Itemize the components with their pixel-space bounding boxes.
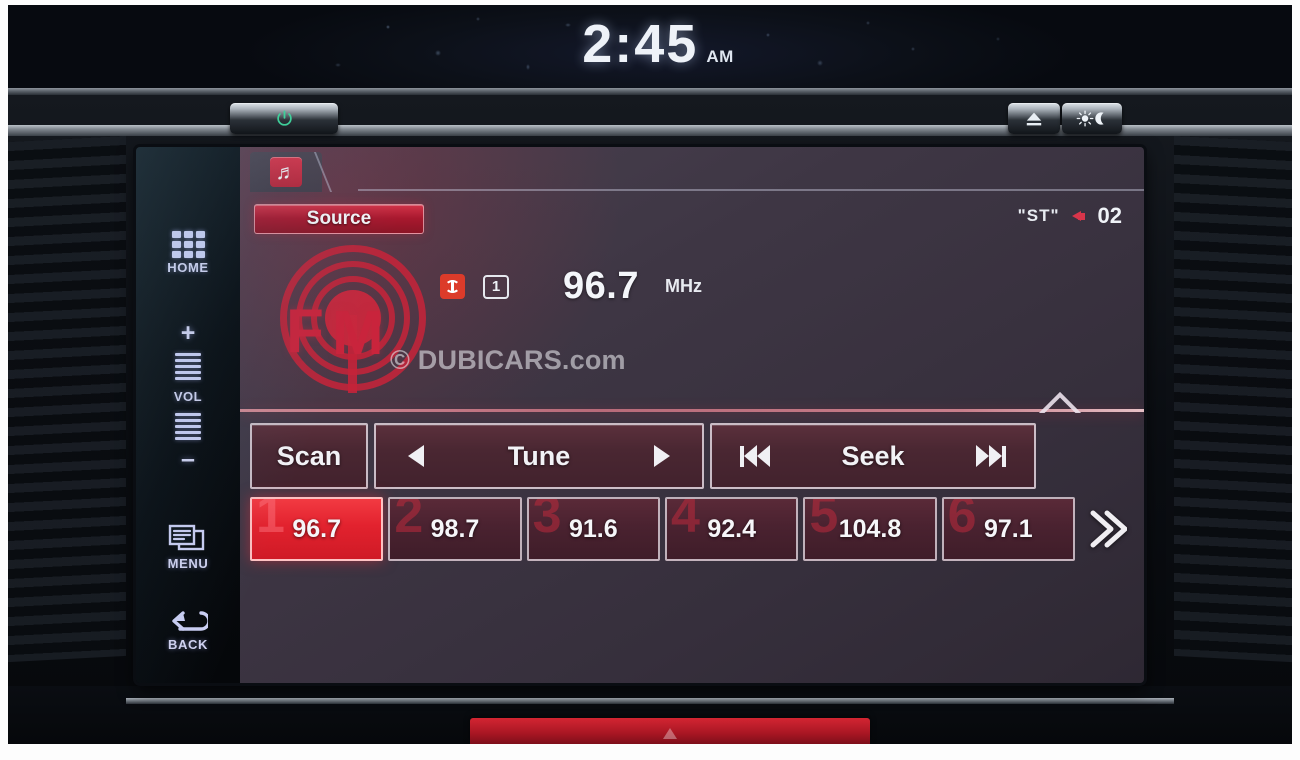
tune-label: Tune (507, 440, 571, 471)
preset-button-4[interactable]: 4 92.4 (664, 497, 799, 561)
scan-button[interactable]: Scan (250, 423, 368, 489)
source-label: Source (306, 208, 372, 229)
tab-audio[interactable]: ♬ (250, 152, 322, 192)
tab-divider (313, 152, 371, 192)
preset-number-4: 4 (670, 497, 700, 544)
clock-time: 2:45 (582, 14, 699, 74)
preset-button-2[interactable]: 2 98.7 (388, 497, 522, 561)
status-indicators: ʺSTʺ 02 (1018, 203, 1122, 229)
chrome-trim-lower (126, 698, 1174, 704)
dashboard-clock-strip: 2:45 AM (8, 5, 1292, 95)
air-vent-right (1174, 135, 1292, 663)
back-button[interactable]: BACK (168, 609, 208, 652)
scan-label: Scan (276, 440, 342, 471)
tab-underline (358, 189, 1144, 191)
infotainment-screen[interactable]: HOME + VOL – MENU BACK ♬ Source ʺSTʺ 02 … (136, 147, 1144, 683)
preset-next-page-button[interactable] (1080, 497, 1134, 561)
day-night-button[interactable] (1062, 103, 1122, 134)
frequency-unit: MHz (664, 276, 702, 296)
menu-label: MENU (167, 556, 209, 571)
home-label: HOME (167, 260, 209, 275)
speaker-icon (1071, 208, 1091, 224)
stereo-indicator: ʺSTʺ (1017, 206, 1060, 225)
photo-border-top (0, 0, 1300, 5)
volume-slider-icon-lower[interactable] (174, 413, 201, 440)
volume-slider-icon[interactable] (174, 353, 201, 380)
air-vent-left (8, 135, 126, 663)
triangle-left-icon[interactable] (408, 445, 424, 467)
preset-number-2: 2 (394, 497, 424, 544)
preset-button-1[interactable]: 1 96.7 (250, 497, 384, 561)
tune-button[interactable]: Tune (374, 423, 704, 489)
preset-frequency-2: 98.7 (430, 514, 480, 543)
radio-screen: ♬ Source ʺSTʺ 02 F M 1 96.7 MHz © DUBICA… (240, 147, 1144, 683)
menu-panels-icon (168, 524, 205, 551)
volume-up-button[interactable]: + (181, 321, 196, 346)
power-icon (276, 110, 292, 126)
seek-label: Seek (841, 440, 905, 471)
clock-display: 2:45 AM (8, 13, 1292, 75)
photo-border-left (0, 0, 8, 760)
grid-icon (171, 231, 205, 258)
preset-frequency-4: 92.4 (707, 514, 756, 543)
eject-icon (1026, 112, 1042, 125)
control-bar: Scan Tune Seek (250, 423, 1134, 489)
hardkey-column: HOME + VOL – MENU BACK (136, 147, 240, 683)
triangle-right-icon[interactable] (654, 445, 670, 467)
eject-button[interactable] (1008, 103, 1060, 134)
volume-control[interactable]: + VOL – (174, 321, 202, 472)
tab-strip: ♬ (240, 147, 1144, 192)
preset-frequency-1: 96.7 (292, 514, 341, 543)
back-arrow-icon (172, 611, 208, 631)
preset-number-1: 1 (256, 497, 285, 544)
preset-bar: 1 96.7 2 98.7 3 91.6 4 92.4 5 104.8 6 97… (250, 497, 1134, 561)
chevron-up-icon[interactable] (1030, 389, 1102, 413)
seek-button[interactable]: Seek (710, 423, 1036, 489)
home-button[interactable]: HOME (167, 231, 208, 275)
frequency-value: 96.7 (563, 265, 639, 307)
photo-border-bottom (0, 744, 1300, 760)
power-button[interactable] (230, 103, 338, 134)
preset-frequency-3: 91.6 (568, 514, 618, 543)
photo-border-right (1292, 0, 1300, 760)
preset-button-5[interactable]: 5 104.8 (803, 497, 937, 561)
frequency-row: 1 96.7 MHz (440, 265, 702, 308)
section-divider (240, 409, 1144, 412)
fm-logo-m: M (332, 299, 384, 368)
preset-button-6[interactable]: 6 97.1 (941, 497, 1075, 561)
preset-number-indicator: 1 (483, 274, 509, 299)
chrome-trim-upper (8, 88, 1292, 95)
double-chevron-right-icon (1090, 510, 1127, 548)
preset-number-5: 5 (809, 497, 839, 544)
back-label: BACK (168, 637, 208, 652)
dashboard-photo: 2:45 AM HOME + VOL – MENU BACK ♬ Source … (0, 0, 1300, 760)
skip-previous-icon[interactable] (740, 445, 770, 467)
volume-value: 02 (1097, 203, 1122, 228)
sun-moon-icon (1076, 110, 1104, 127)
preset-number-3: 3 (532, 497, 562, 544)
clock-ampm: AM (706, 47, 734, 66)
preset-frequency-5: 104.8 (838, 514, 902, 543)
preset-button-3[interactable]: 3 91.6 (526, 497, 660, 561)
dashboard-red-trim (470, 718, 870, 744)
volume-label: VOL (173, 389, 203, 404)
head-unit: HOME + VOL – MENU BACK ♬ Source ʺSTʺ 02 … (8, 95, 1292, 744)
menu-button[interactable]: MENU (168, 524, 209, 571)
volume-status: 02 (1071, 203, 1122, 229)
preset-frequency-6: 97.1 (983, 514, 1033, 543)
rds-broadcast-icon (440, 274, 465, 299)
volume-down-button[interactable]: – (181, 447, 195, 472)
skip-next-icon[interactable] (976, 445, 1006, 467)
preset-number-6: 6 (947, 497, 977, 544)
music-note-glyph: ♬ (275, 160, 297, 184)
source-button[interactable]: Source (254, 204, 424, 234)
music-note-icon: ♬ (270, 157, 302, 187)
fm-logo-f: F (286, 297, 324, 366)
watermark: © DUBICARS.com (390, 345, 626, 375)
